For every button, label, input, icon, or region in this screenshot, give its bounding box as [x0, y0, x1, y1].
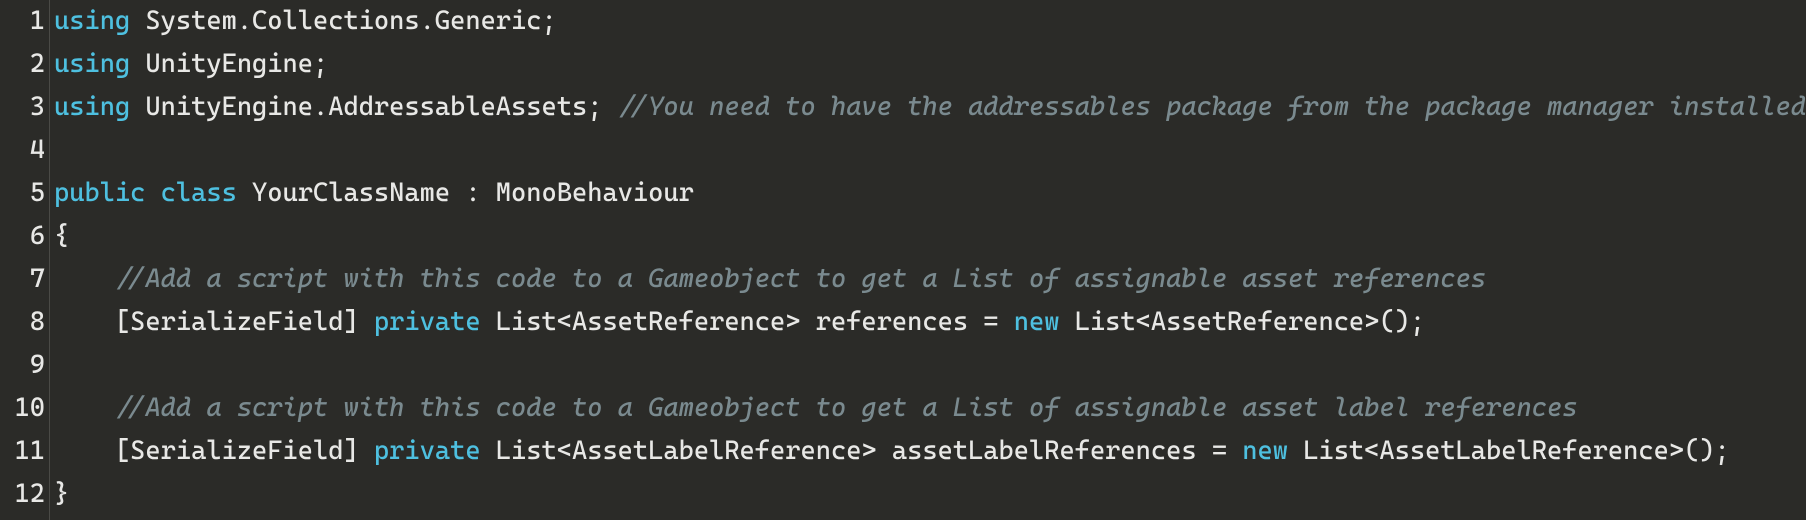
- token-keyword: using: [54, 92, 130, 122]
- line-number: 9: [0, 344, 45, 387]
- token-keyword: class: [161, 178, 237, 208]
- code-line[interactable]: using UnityEngine.AddressableAssets; //Y…: [54, 86, 1806, 129]
- token-plain: {: [54, 221, 69, 251]
- token-keyword: new: [1242, 436, 1288, 466]
- token-keyword: using: [54, 49, 130, 79]
- token-comment: //You need to have the addressables pack…: [618, 92, 1806, 122]
- token-comment: //Add a script with this code to a Gameo…: [115, 393, 1578, 423]
- token-keyword: private: [374, 307, 481, 337]
- token-plain: [54, 393, 115, 423]
- token-plain: }: [54, 479, 69, 509]
- line-number: 3: [0, 86, 45, 129]
- token-comment: //Add a script with this code to a Gameo…: [115, 264, 1486, 294]
- line-number: 10: [0, 387, 45, 430]
- code-line[interactable]: //Add a script with this code to a Gameo…: [54, 387, 1806, 430]
- token-plain: [SerializeField]: [54, 307, 374, 337]
- token-plain: UnityEngine;: [130, 49, 328, 79]
- line-number: 4: [0, 129, 45, 172]
- code-line[interactable]: using UnityEngine;: [54, 43, 1806, 86]
- code-line[interactable]: [SerializeField] private List<AssetLabel…: [54, 430, 1806, 473]
- code-line[interactable]: public class YourClassName : MonoBehavio…: [54, 172, 1806, 215]
- token-plain: List<AssetLabelReference> assetLabelRefe…: [481, 436, 1243, 466]
- token-plain: List<AssetLabelReference>();: [1288, 436, 1730, 466]
- line-number: 6: [0, 215, 45, 258]
- line-number: 12: [0, 473, 45, 516]
- code-line[interactable]: using System.Collections.Generic;: [54, 0, 1806, 43]
- token-keyword: new: [1014, 307, 1060, 337]
- code-line[interactable]: }: [54, 473, 1806, 516]
- token-keyword: public: [54, 178, 145, 208]
- line-number: 11: [0, 430, 45, 473]
- token-plain: [145, 178, 160, 208]
- line-number: 7: [0, 258, 45, 301]
- code-area[interactable]: using System.Collections.Generic;using U…: [50, 0, 1806, 520]
- token-plain: [54, 264, 115, 294]
- token-keyword: using: [54, 6, 130, 36]
- token-plain: UnityEngine.AddressableAssets;: [130, 92, 618, 122]
- line-number: 8: [0, 301, 45, 344]
- token-plain: System.Collections.Generic;: [130, 6, 557, 36]
- token-plain: [SerializeField]: [54, 436, 374, 466]
- token-plain: List<AssetReference> references =: [481, 307, 1014, 337]
- code-line[interactable]: [54, 129, 1806, 172]
- token-plain: List<AssetReference>();: [1059, 307, 1425, 337]
- line-number-gutter: 123456789101112: [0, 0, 50, 520]
- code-line[interactable]: //Add a script with this code to a Gameo…: [54, 258, 1806, 301]
- token-keyword: private: [374, 436, 481, 466]
- code-editor[interactable]: 123456789101112 using System.Collections…: [0, 0, 1806, 520]
- code-line[interactable]: {: [54, 215, 1806, 258]
- line-number: 5: [0, 172, 45, 215]
- line-number: 1: [0, 0, 45, 43]
- code-line[interactable]: [54, 344, 1806, 387]
- line-number: 2: [0, 43, 45, 86]
- token-plain: YourClassName : MonoBehaviour: [237, 178, 694, 208]
- code-line[interactable]: [SerializeField] private List<AssetRefer…: [54, 301, 1806, 344]
